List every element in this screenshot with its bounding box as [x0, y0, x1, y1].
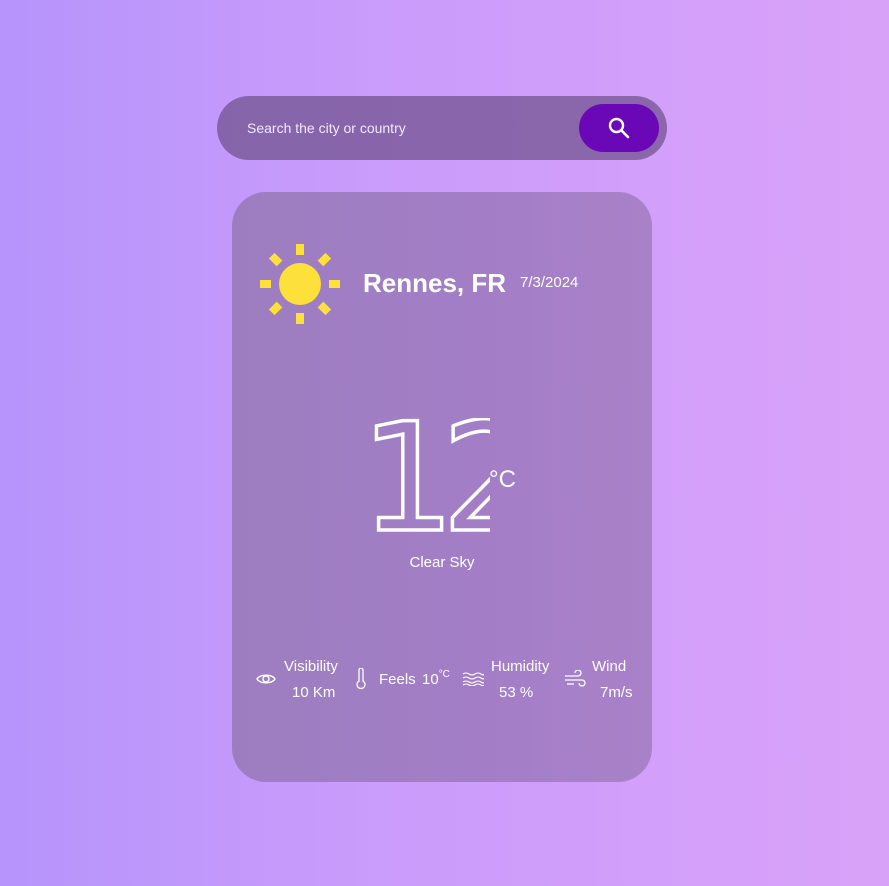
date: 7/3/2024	[520, 274, 579, 291]
city-name: Rennes, FR	[363, 268, 507, 298]
feels-unit: °C	[438, 669, 450, 680]
wind-value: 7m/s	[600, 684, 633, 701]
visibility-label: Visibility	[284, 658, 338, 675]
search-icon	[608, 117, 630, 139]
waves-icon	[462, 672, 484, 686]
weather-card: Rennes, FR 7/3/2024 12 °C Clear Sky Visi…	[232, 192, 652, 782]
thermometer-icon	[356, 668, 366, 690]
eye-icon	[256, 674, 276, 684]
temperature-numeral: 12	[360, 418, 490, 542]
search-button[interactable]	[579, 104, 659, 152]
feels-reading: 10°C	[422, 669, 450, 688]
sun-icon	[260, 244, 340, 324]
weather-description: Clear Sky	[409, 554, 475, 571]
temperature-value: 12	[360, 418, 490, 542]
temperature-unit: °C	[489, 466, 516, 493]
weather-stats: Visibility 10 Km Feels 10°C Humidity 53 …	[232, 656, 652, 706]
search-bar	[217, 96, 667, 160]
wind-icon	[565, 670, 586, 687]
feels-value: 10	[422, 671, 439, 688]
visibility-value: 10 Km	[292, 684, 336, 701]
feels-label: Feels	[379, 671, 416, 688]
humidity-label: Humidity	[491, 658, 550, 675]
temperature-display: 12	[232, 418, 652, 548]
humidity-value: 53 %	[499, 684, 534, 701]
search-input[interactable]	[247, 96, 567, 160]
wind-label: Wind	[592, 658, 627, 675]
